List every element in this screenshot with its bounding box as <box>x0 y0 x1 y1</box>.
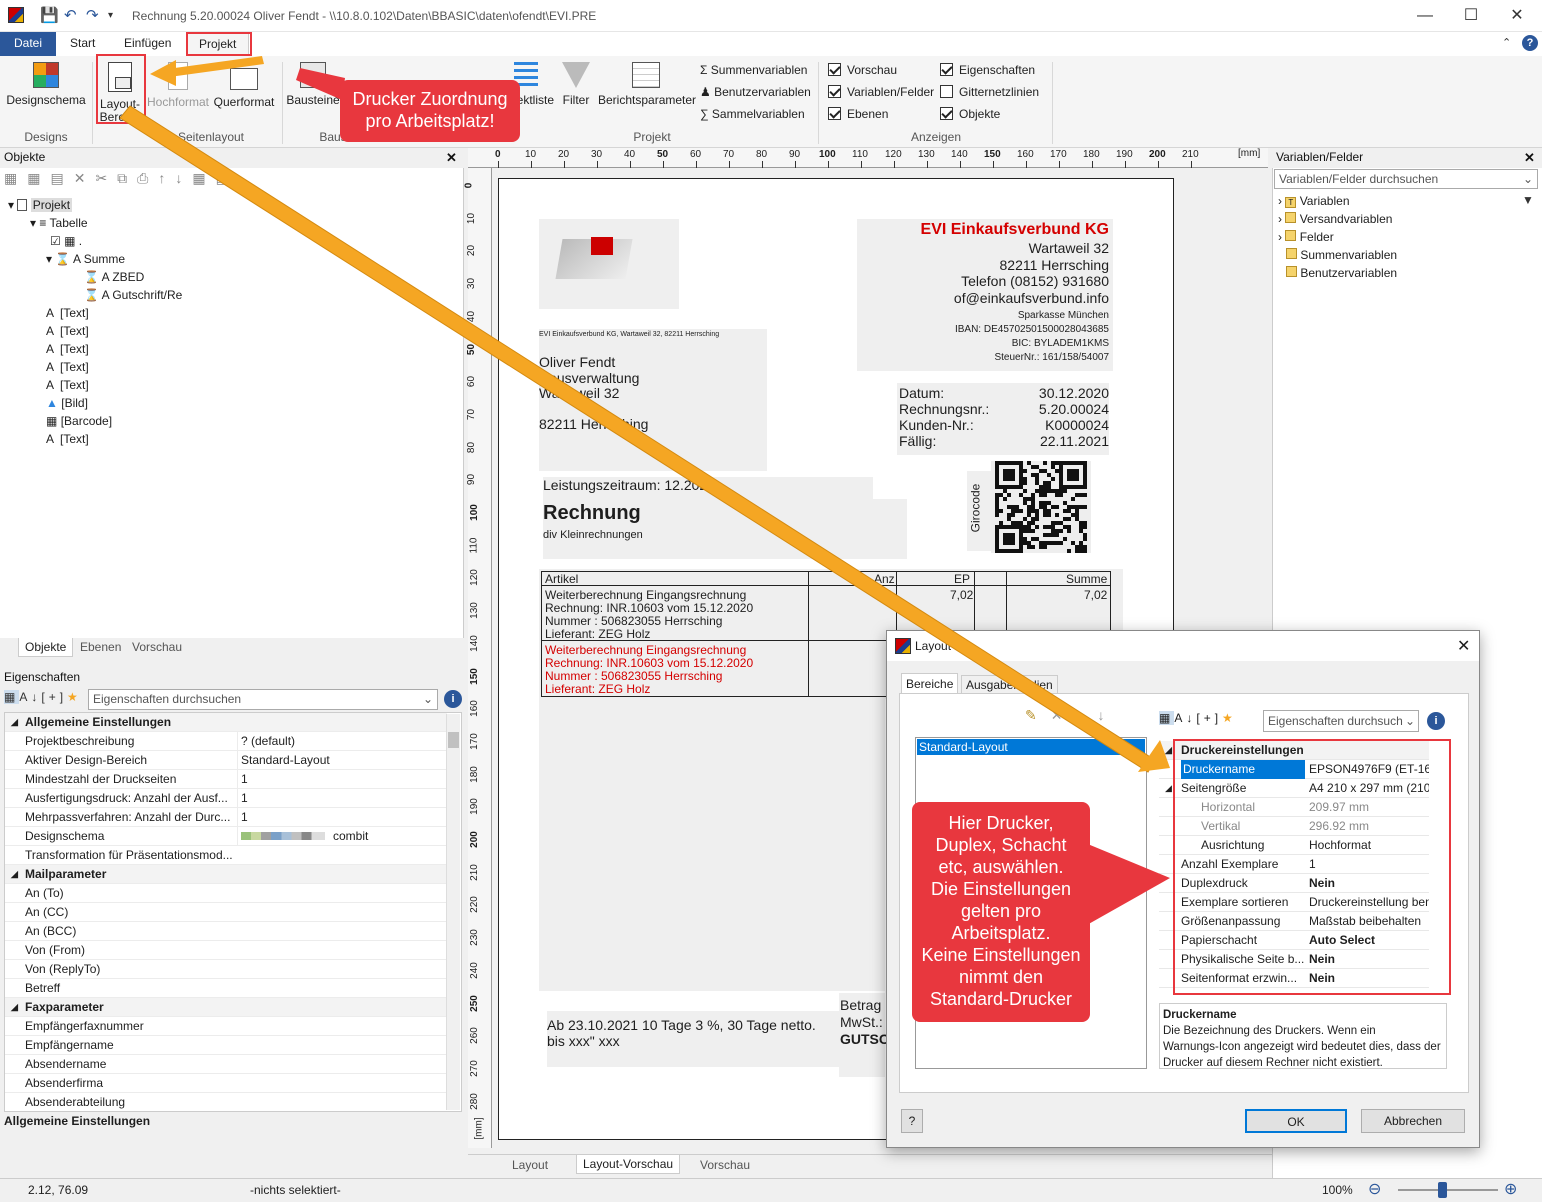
callout-pointer-dialog <box>1078 840 1170 930</box>
callout-printer-settings: Hier Drucker, Duplex, Schacht etc, auswähl… <box>912 802 1090 1022</box>
callout-line: Die Einstellungen <box>930 879 1072 899</box>
callout-pointer-top <box>296 68 345 100</box>
arrow-head-layout <box>150 60 176 86</box>
callout-line: pro Arbeitsplatz! <box>365 111 495 131</box>
callout-line: Hier Drucker, <box>948 813 1054 833</box>
callout-line: Drucker Zuordnung <box>352 89 508 109</box>
callout-line: gelten pro <box>960 901 1042 921</box>
callout-printer-assignment: Drucker Zuordnung pro Arbeitsplatz! <box>340 80 520 142</box>
arrow-to-dialog <box>119 105 1156 773</box>
callout-line: Keine Einstellungen <box>921 945 1081 965</box>
callout-line: Arbeitsplatz. <box>951 923 1051 943</box>
callout-line: Standard-Drucker <box>929 989 1073 1009</box>
annotation-arrows <box>119 56 1170 930</box>
callout-line: Duplex, Schacht <box>935 835 1067 855</box>
callout-line: etc, auswählen. <box>938 857 1064 877</box>
callout-line: nimmt den <box>958 967 1044 987</box>
